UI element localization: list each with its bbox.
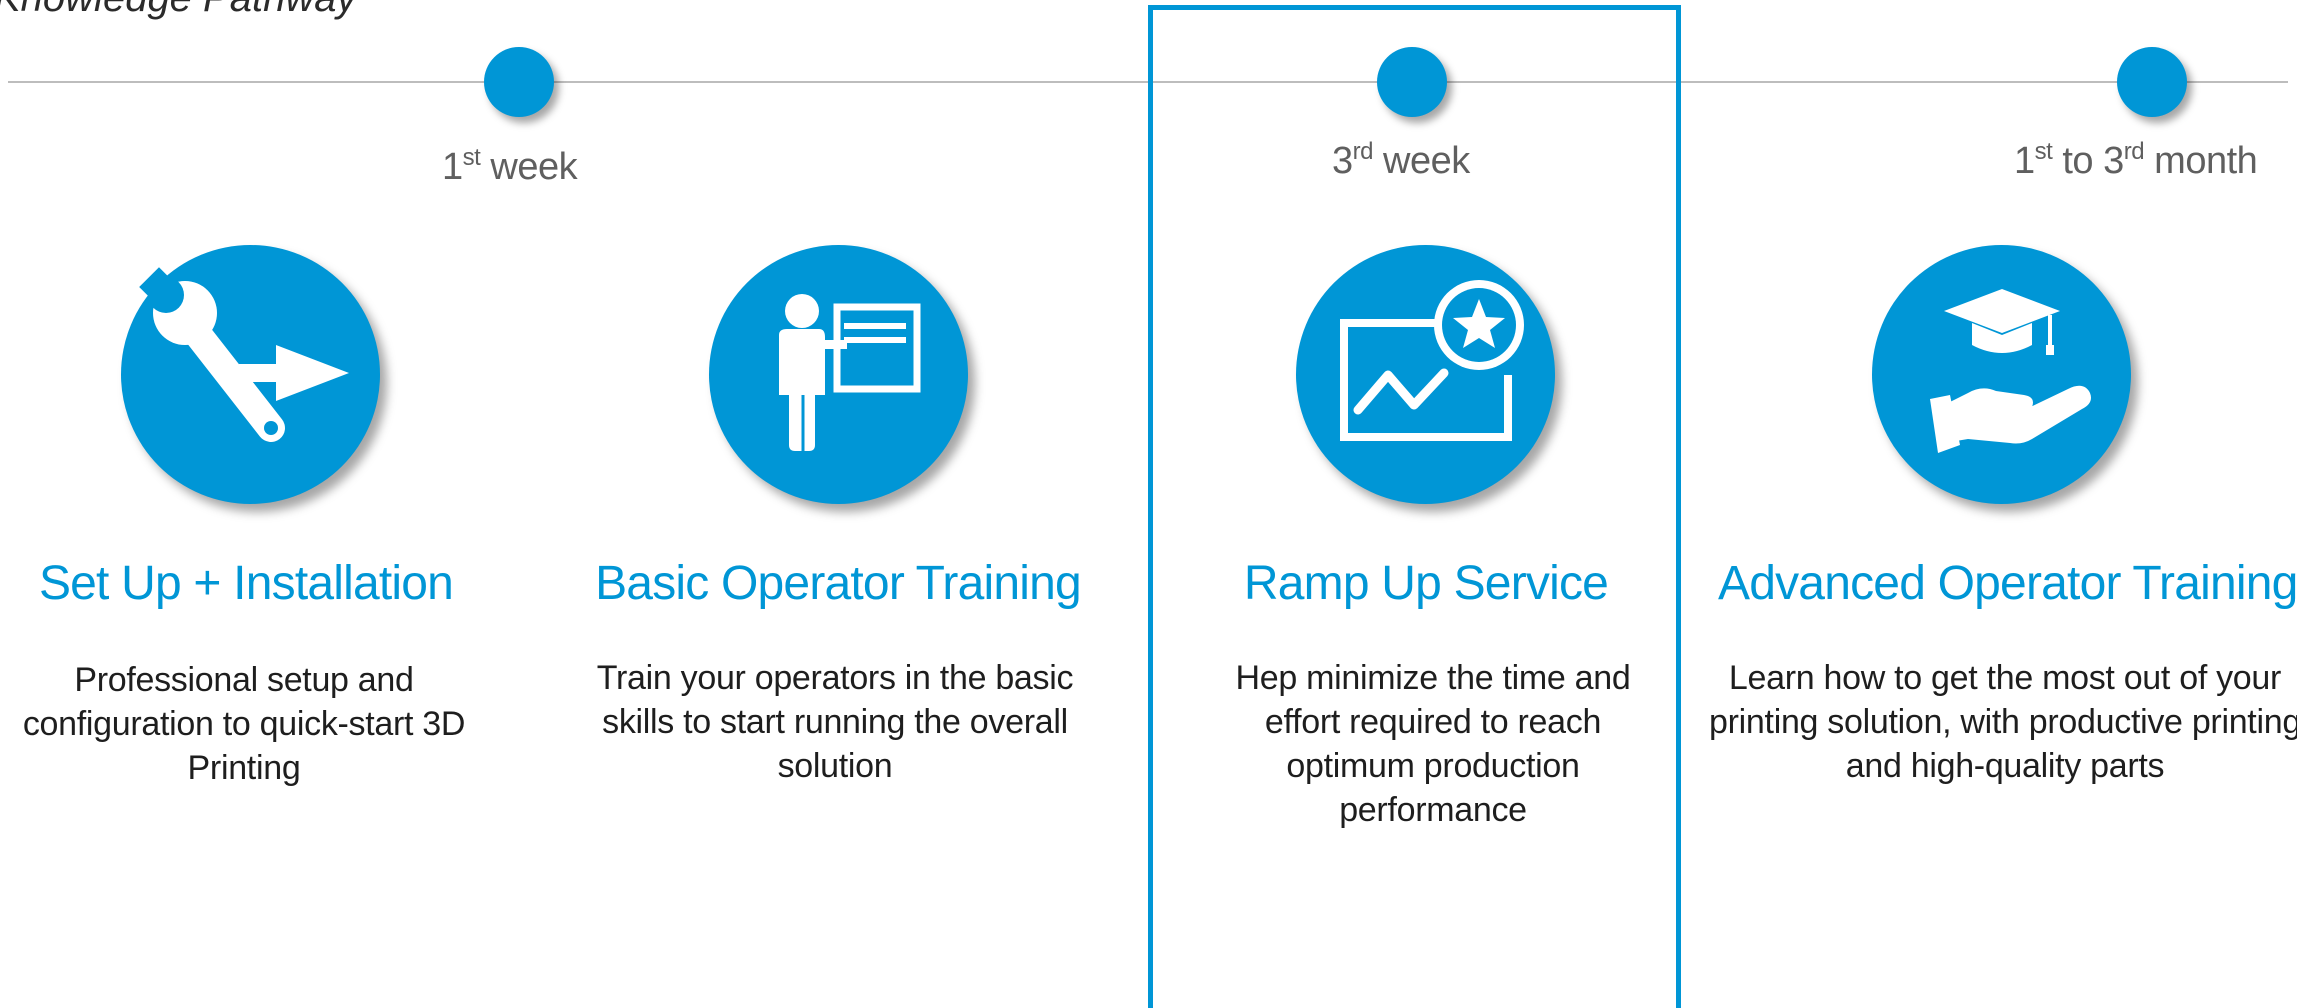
wrench-arrow-icon: [139, 267, 349, 442]
step-circle-rampup: [1296, 245, 1555, 504]
milestone-1-text: week: [480, 146, 578, 188]
step-title-setup: Set Up + Installation: [38, 557, 454, 610]
step-circle-basic: [709, 245, 968, 504]
step-title-advanced: Advanced Operator Training: [1718, 557, 2297, 610]
step-title-rampup: Ramp Up Service: [1243, 557, 1609, 610]
milestone-label-1: 1st week: [442, 144, 578, 189]
step-desc-basic: Train your operators in the basic skills…: [596, 659, 1074, 785]
presenter-board-icon: [779, 294, 921, 451]
milestone-dot-3: [2117, 47, 2187, 117]
milestone-1-suffix: st: [462, 144, 481, 171]
step-desc-advanced: Learn how to get the most out of your pr…: [1709, 659, 2297, 785]
milestone-3-suffix: st: [2034, 138, 2053, 165]
page-title: Knowledge Pathway: [0, 0, 356, 21]
knowledge-pathway-slide: Knowledge Pathway 1st week 3rd week 1st …: [0, 0, 2297, 1008]
chart-star-icon: [1340, 280, 1524, 441]
step-desc-setup: Professional setup and configuration to …: [22, 661, 466, 787]
highlight-box: [1148, 5, 1681, 1008]
step-circle-advanced: [1872, 245, 2131, 504]
milestone-3-text: month: [2144, 140, 2258, 182]
step-circle-setup: [121, 245, 380, 504]
milestone-label-3: 1st to 3rd month: [2014, 138, 2258, 183]
milestone-dot-1: [484, 47, 554, 117]
milestone-3-middle: to 3: [2052, 140, 2124, 182]
step-desc-rampup: Hep minimize the time and effort require…: [1235, 659, 1631, 829]
milestone-3-suffix2: rd: [2123, 138, 2145, 165]
step-title-basic: Basic Operator Training: [595, 557, 1082, 610]
graduation-hand-icon: [1930, 289, 2091, 453]
milestone-3-number: 1: [2014, 140, 2035, 182]
milestone-1-number: 1: [442, 146, 463, 188]
